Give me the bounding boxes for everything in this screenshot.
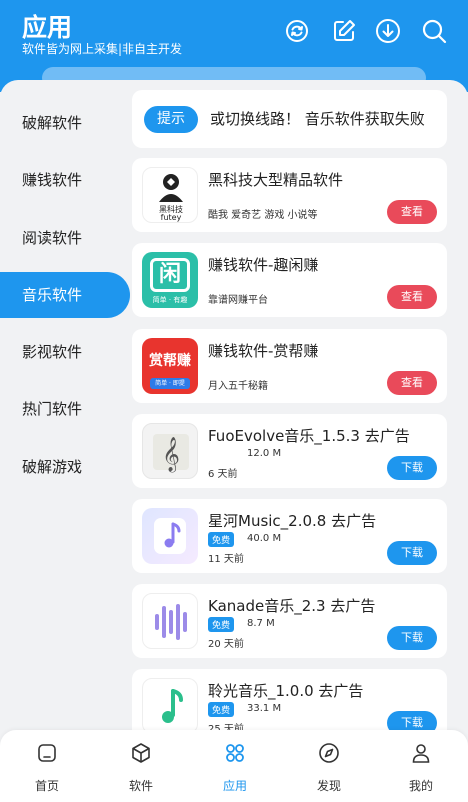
upload-age: 20 天前 — [208, 639, 244, 650]
quxianzhuan-app-icon: 闲 简单 · 有趣 — [142, 252, 198, 308]
black-tech-app-icon: 黑科技 futey — [142, 167, 198, 223]
app-desc: 月入五千秘籍 — [208, 381, 268, 392]
tab-me[interactable]: 我的 — [374, 730, 468, 802]
file-size: 33.1 M — [247, 703, 282, 714]
tip-button[interactable]: 提示 — [144, 106, 198, 133]
user-icon — [412, 744, 430, 763]
tab-software[interactable]: 软件 — [94, 730, 188, 802]
edit-icon[interactable] — [331, 18, 357, 44]
view-button[interactable]: 查看 — [387, 285, 437, 309]
sidebar-item-reading[interactable]: 阅读软件 — [0, 215, 130, 261]
free-badge: 免费 — [208, 617, 235, 632]
green-note-icon — [142, 678, 198, 734]
app-desc: 酷我 爱奇艺 游戏 小说等 — [208, 210, 318, 221]
list-item[interactable]: Kanade音乐_2.3 去广告 免费 8.7 M 20 天前 下载 — [132, 584, 447, 658]
page-subtitle: 软件皆为网上采集|非自主开发 — [22, 42, 183, 56]
app-name: 赚钱软件-赏帮赚 — [208, 342, 319, 360]
download-button[interactable]: 下载 — [387, 456, 437, 480]
file-size: 8.7 M — [247, 618, 275, 629]
view-button[interactable]: 查看 — [387, 200, 437, 224]
sidebar-item-video[interactable]: 影视软件 — [0, 329, 130, 375]
tab-discover[interactable]: 发现 — [282, 730, 376, 802]
tab-apps[interactable]: 应用 — [188, 730, 282, 802]
page-title: 应用 — [22, 13, 73, 42]
sound-wave-icon — [142, 593, 198, 649]
list-item[interactable]: 黑科技 futey 黑科技大型精品软件 酷我 爱奇艺 游戏 小说等 查看 — [132, 158, 447, 232]
sidebar-item-hot[interactable]: 热门软件 — [0, 386, 130, 432]
home-icon — [38, 744, 56, 762]
app-name: FuoEvolve音乐_1.5.3 去广告 — [208, 427, 410, 445]
list-item[interactable]: 𝄞 FuoEvolve音乐_1.5.3 去广告 12.0 M 6 天前 下载 — [132, 414, 447, 488]
list-item[interactable]: 星河Music_2.0.8 去广告 免费 40.0 M 11 天前 下载 — [132, 499, 447, 573]
shangbangzhuan-app-icon: 赏帮赚 简单 · 即提 — [142, 338, 198, 394]
upload-age: 11 天前 — [208, 554, 244, 565]
apps-icon — [226, 744, 244, 762]
tip-message: 或切换线路！ 音乐软件获取失败 — [210, 110, 425, 128]
treble-clef-icon: 𝄞 — [142, 423, 198, 479]
search-icon[interactable] — [421, 18, 447, 44]
bottom-tab-bar: 首页 软件 应用 发现 我的 — [0, 730, 468, 802]
sidebar-item-crack-software[interactable]: 破解软件 — [0, 100, 130, 146]
app-header: 应用 软件皆为网上采集|非自主开发 — [0, 0, 468, 92]
download-button[interactable]: 下载 — [387, 626, 437, 650]
free-badge: 免费 — [208, 702, 235, 717]
sidebar-item-earn-money[interactable]: 赚钱软件 — [0, 157, 130, 203]
tab-home[interactable]: 首页 — [0, 730, 94, 802]
cube-icon — [132, 743, 150, 763]
compass-icon — [319, 743, 339, 763]
sidebar-item-music[interactable]: 音乐软件 — [0, 272, 130, 318]
upload-age: 6 天前 — [208, 469, 238, 480]
list-item[interactable]: 闲 简单 · 有趣 赚钱软件-趣闲赚 靠谱网赚平台 查看 — [132, 243, 447, 317]
free-badge: 免费 — [208, 532, 235, 547]
download-icon[interactable] — [375, 18, 401, 44]
list-item[interactable]: 赏帮赚 简单 · 即提 赚钱软件-赏帮赚 月入五千秘籍 查看 — [132, 329, 447, 403]
app-desc: 靠谱网赚平台 — [208, 295, 268, 306]
file-size: 40.0 M — [247, 533, 282, 544]
download-button[interactable]: 下载 — [387, 541, 437, 565]
app-name: 聆光音乐_1.0.0 去广告 — [208, 682, 364, 700]
tip-banner: 提示 或切换线路！ 音乐软件获取失败 — [132, 90, 447, 148]
music-note-icon — [142, 508, 198, 564]
sidebar-item-crack-games[interactable]: 破解游戏 — [0, 444, 130, 490]
app-name: 黑科技大型精品软件 — [208, 171, 344, 189]
refresh-icon[interactable] — [284, 18, 310, 44]
app-name: Kanade音乐_2.3 去广告 — [208, 597, 376, 615]
app-name: 赚钱软件-趣闲赚 — [208, 256, 319, 274]
file-size: 12.0 M — [247, 448, 282, 459]
app-name: 星河Music_2.0.8 去广告 — [208, 512, 377, 530]
svg-text:𝄞: 𝄞 — [162, 437, 180, 473]
view-button[interactable]: 查看 — [387, 371, 437, 395]
